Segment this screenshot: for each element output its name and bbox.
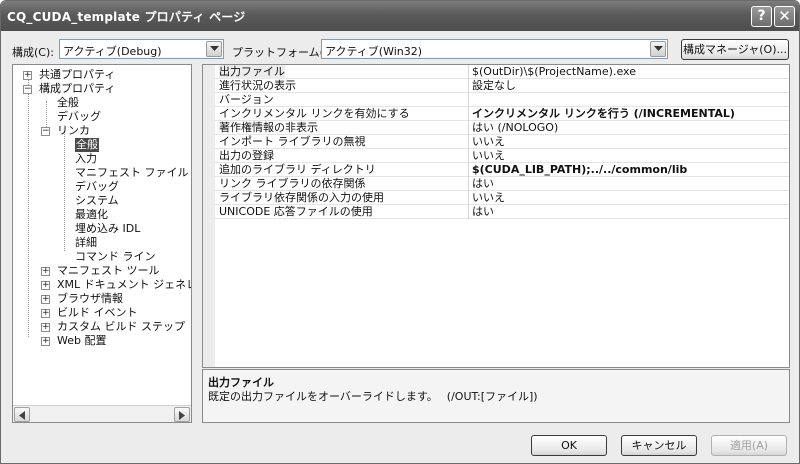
close-button[interactable]: ✕ xyxy=(774,6,795,27)
property-value[interactable]: いいえ xyxy=(468,135,505,149)
property-value[interactable]: はい xyxy=(468,177,494,191)
tree-label: カスタム ビルド ステップ xyxy=(57,320,185,333)
property-value[interactable]: $(OutDir)\$(ProjectName).exe xyxy=(468,65,636,79)
cancel-button[interactable]: キャンセル xyxy=(621,435,697,456)
description-body: 既定の出力ファイルをオーバーライドします。 (/OUT:[ファイル]) xyxy=(208,390,538,403)
property-name: インポート ライブラリの無視 xyxy=(219,135,366,148)
tree-label: 最適化 xyxy=(75,208,108,221)
tree-label: マニフェスト ファイル xyxy=(75,166,189,179)
expand-icon[interactable]: + xyxy=(41,309,50,318)
property-row[interactable]: UNICODE 応答ファイルの使用 はい xyxy=(215,205,789,219)
property-value[interactable]: $(CUDA_LIB_PATH);../../common/lib xyxy=(468,163,687,177)
scroll-left-icon[interactable] xyxy=(14,407,30,422)
property-tree[interactable]: + 共通プロパティ − 構成プロパティ 全般 デバッグ − リンカ 全般 入力 … xyxy=(12,64,192,423)
tree-label-selected: 全般 xyxy=(75,138,99,152)
tree-label: XML ドキュメント ジェネレータ xyxy=(57,278,191,291)
collapse-icon[interactable]: − xyxy=(41,127,50,136)
tree-label: 共通プロパティ xyxy=(39,68,116,81)
config-value: アクティブ(Debug) xyxy=(63,45,162,58)
property-name: 進行状況の表示 xyxy=(219,79,296,92)
property-grid[interactable]: 出力ファイル $(OutDir)\$(ProjectName).exe 進行状況の表… xyxy=(202,64,790,368)
collapse-icon[interactable]: − xyxy=(23,85,32,94)
tree-label: Web 配置 xyxy=(57,334,107,347)
tree-label: デバッグ xyxy=(75,180,119,193)
property-value[interactable] xyxy=(468,93,472,107)
property-value[interactable]: はい xyxy=(468,205,494,219)
platform-select[interactable]: アクティブ(Win32) xyxy=(321,39,668,59)
expand-icon[interactable]: + xyxy=(41,337,50,346)
property-row[interactable]: インクリメンタル リンクを有効にする インクリメンタル リンクを行う (/INCR… xyxy=(215,107,789,121)
property-pages-dialog: CQ_CUDA_template プロパティ ページ ? ✕ 構成(C): アク… xyxy=(0,0,800,464)
grid-margin xyxy=(203,65,215,367)
chevron-down-icon[interactable] xyxy=(650,41,666,57)
close-icon: ✕ xyxy=(778,7,791,25)
property-value[interactable]: インクリメンタル リンクを行う (/INCREMENTAL) xyxy=(468,107,735,121)
property-value[interactable]: 設定なし xyxy=(468,79,516,93)
tree-label: デバッグ xyxy=(57,110,101,123)
horizontal-scrollbar[interactable] xyxy=(13,405,191,422)
property-name: 出力ファイル xyxy=(219,65,285,79)
tree-label: ブラウザ情報 xyxy=(57,292,123,305)
tree-connector xyxy=(64,131,65,251)
property-row[interactable]: インポート ライブラリの無視 いいえ xyxy=(215,135,789,149)
tree-label: マニフェスト ツール xyxy=(57,264,160,277)
property-value[interactable]: いいえ xyxy=(468,149,505,163)
property-name: インクリメンタル リンクを有効にする xyxy=(219,107,410,120)
property-row[interactable]: ライブラリ依存関係の入力の使用 いいえ xyxy=(215,191,789,205)
property-value[interactable]: いいえ xyxy=(468,191,505,205)
expand-icon[interactable]: + xyxy=(41,281,50,290)
property-row[interactable]: 追加のライブラリ ディレクトリ $(CUDA_LIB_PATH);../../co… xyxy=(215,163,789,177)
tree-label: 全般 xyxy=(57,96,79,109)
tree-connector xyxy=(28,79,29,337)
property-row[interactable]: 出力の登録 いいえ xyxy=(215,149,789,163)
config-select[interactable]: アクティブ(Debug) xyxy=(59,39,224,59)
property-value[interactable]: はい (/NOLOGO) xyxy=(468,121,558,135)
property-name: ライブラリ依存関係の入力の使用 xyxy=(219,191,384,204)
property-name: 追加のライブラリ ディレクトリ xyxy=(219,163,376,176)
property-row[interactable]: リンク ライブラリの依存関係 はい xyxy=(215,177,789,191)
property-row[interactable]: バージョン xyxy=(215,93,789,107)
property-row[interactable]: 出力ファイル $(OutDir)\$(ProjectName).exe xyxy=(215,65,789,79)
expand-icon[interactable]: + xyxy=(41,295,50,304)
platform-value: アクティブ(Win32) xyxy=(325,45,423,58)
help-button[interactable]: ? xyxy=(751,6,772,27)
expand-icon[interactable]: + xyxy=(41,323,50,332)
property-row[interactable]: 著作権情報の非表示 はい (/NOLOGO) xyxy=(215,121,789,135)
tree-label: コマンド ライン xyxy=(75,250,156,263)
tree-label: 構成プロパティ xyxy=(39,82,116,95)
title-bar[interactable]: CQ_CUDA_template プロパティ ページ ? ✕ xyxy=(1,1,799,31)
config-label: 構成(C): xyxy=(12,46,54,59)
property-row[interactable]: 進行状況の表示 設定なし xyxy=(215,79,789,93)
tree-label: ビルド イベント xyxy=(57,306,138,319)
tree-label: 入力 xyxy=(75,152,97,165)
expand-icon[interactable]: + xyxy=(41,267,50,276)
tree-label: システム xyxy=(75,194,119,207)
chevron-down-icon[interactable] xyxy=(206,41,222,57)
help-icon: ? xyxy=(757,8,766,24)
apply-button[interactable]: 適用(A) xyxy=(711,435,787,456)
scroll-right-icon[interactable] xyxy=(174,407,190,422)
tree-label: 埋め込み IDL xyxy=(75,222,141,235)
expand-icon[interactable]: + xyxy=(23,71,32,80)
property-name: バージョン xyxy=(219,93,274,106)
tree-label: 詳細 xyxy=(75,236,97,249)
tree-label: リンカ xyxy=(57,124,90,137)
config-manager-button[interactable]: 構成マネージャ(O)... xyxy=(681,39,789,60)
description-pane: 出力ファイル 既定の出力ファイルをオーバーライドします。 (/OUT:[ファイル… xyxy=(202,369,790,423)
property-name: リンク ライブラリの依存関係 xyxy=(219,177,366,190)
property-name: 著作権情報の非表示 xyxy=(219,121,318,134)
property-name: 出力の登録 xyxy=(219,149,274,162)
property-name: UNICODE 応答ファイルの使用 xyxy=(219,205,373,218)
ok-button[interactable]: OK xyxy=(531,435,607,456)
window-title: CQ_CUDA_template プロパティ ページ xyxy=(7,10,246,24)
